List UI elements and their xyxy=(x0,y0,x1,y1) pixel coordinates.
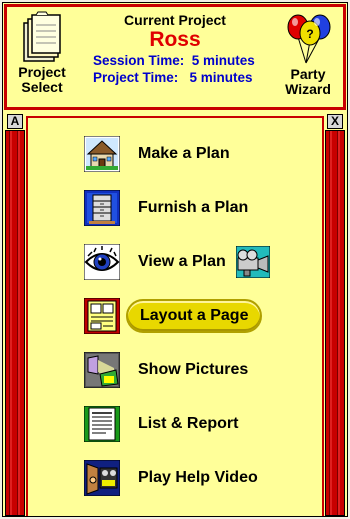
menu-panel: Make a Plan Furnish a Plan View a Plan L… xyxy=(26,116,324,516)
party-wizard-label-1: Party xyxy=(290,66,326,82)
project-info: Current Project Ross Session Time: 5 min… xyxy=(77,12,273,86)
video-icon xyxy=(84,460,120,496)
header-panel: Project Select Current Project Ross Sess… xyxy=(4,4,346,110)
projector-icon xyxy=(84,352,120,388)
menu-item-label: Make a Plan xyxy=(138,145,230,162)
furniture-icon xyxy=(84,190,120,226)
report-icon xyxy=(84,406,120,442)
video-camera-icon[interactable] xyxy=(235,246,270,278)
menu-item-label: List & Report xyxy=(138,415,239,432)
right-curtain xyxy=(325,130,345,516)
left-curtain xyxy=(5,130,25,516)
menu-item-view-a-plan[interactable]: View a Plan xyxy=(84,242,270,282)
svg-text:?: ? xyxy=(306,27,313,41)
party-wizard-label-2: Wizard xyxy=(285,81,331,97)
project-select-button[interactable]: Project Select xyxy=(11,11,73,107)
menu-item-label: Play Help Video xyxy=(138,469,258,486)
party-wizard-button[interactable]: ? Party Wizard xyxy=(277,11,339,107)
balloons-icon: ? xyxy=(287,14,331,64)
menu-item-label: Layout a Page xyxy=(126,299,263,333)
project-name: Ross xyxy=(149,28,201,51)
folders-icon xyxy=(23,11,61,62)
house-icon xyxy=(84,136,120,172)
menu-item-show-pictures[interactable]: Show Pictures xyxy=(84,350,248,390)
menu-item-label: Show Pictures xyxy=(138,361,249,378)
project-select-label-2: Select xyxy=(21,79,63,95)
project-time: Project Time: 5 minutes xyxy=(93,70,253,85)
menu-item-label: View a Plan xyxy=(138,253,226,270)
project-select-label-1: Project xyxy=(18,64,66,80)
page-layout-icon xyxy=(84,298,120,334)
menu-frame: A X Make a Plan Furnish a Plan View a Pl… xyxy=(4,112,346,516)
main-window: Project Select Current Project Ross Sess… xyxy=(2,2,348,517)
menu-item-layout-a-page[interactable]: Layout a Page xyxy=(84,296,263,336)
eye-icon xyxy=(84,244,120,280)
menu-item-list-and-report[interactable]: List & Report xyxy=(84,404,238,444)
menu-item-label: Furnish a Plan xyxy=(138,199,249,216)
current-project-label: Current Project xyxy=(124,12,226,28)
close-button[interactable]: X xyxy=(327,114,343,129)
a-button[interactable]: A xyxy=(7,114,23,129)
session-time: Session Time: 5 minutes xyxy=(93,53,255,68)
menu-item-make-a-plan[interactable]: Make a Plan xyxy=(84,134,230,174)
menu-item-furnish-a-plan[interactable]: Furnish a Plan xyxy=(84,188,248,228)
menu-item-play-help-video[interactable]: Play Help Video xyxy=(84,458,258,498)
